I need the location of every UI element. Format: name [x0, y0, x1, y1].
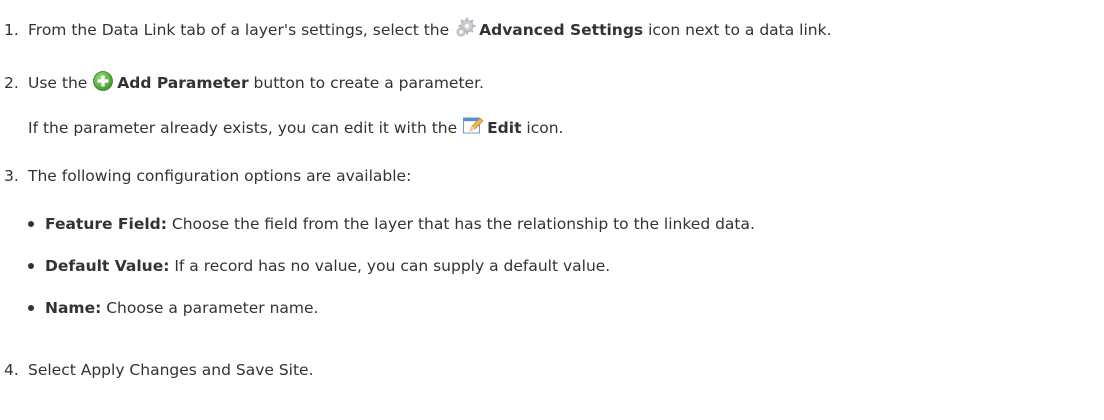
option-item: Name: Choose a parameter name.	[28, 296, 318, 320]
step-number: 4.	[4, 361, 19, 379]
option-label: Default Value:	[45, 257, 170, 275]
note-text-end: icon.	[526, 119, 564, 137]
option-text: Choose the field from the layer that has…	[171, 215, 755, 233]
bullet	[28, 263, 34, 269]
option-label: Name:	[45, 299, 102, 317]
option-text: If a record has no value, you can supply…	[174, 257, 611, 275]
advanced-settings-label: Advanced Settings	[479, 21, 644, 39]
option-item: Default Value: If a record has no value,…	[28, 254, 610, 278]
bullet	[28, 305, 34, 311]
option-text: Choose a parameter name.	[106, 299, 319, 317]
add-plus-icon	[92, 70, 114, 92]
add-parameter-label: Add Parameter	[117, 74, 249, 92]
step-text-end: icon next to a data link.	[648, 21, 832, 39]
step-number: 3.	[4, 167, 19, 185]
step-text: Use the	[28, 74, 88, 92]
step-text-end: button to create a parameter.	[253, 74, 484, 92]
option-item: Feature Field: Choose the field from the…	[28, 212, 755, 236]
step-2-note: If the parameter already exists, you can…	[28, 116, 563, 140]
bullet	[28, 221, 34, 227]
step-4: 4. Select Apply Changes and Save Site.	[4, 358, 314, 382]
step-1: 1. From the Data Link tab of a layer's s…	[4, 17, 832, 42]
edit-pencil-icon	[462, 115, 484, 137]
note-text: If the parameter already exists, you can…	[28, 119, 458, 137]
step-3: 3. The following configuration options a…	[4, 164, 411, 188]
step-text: Select Apply Changes and Save Site.	[28, 361, 314, 379]
step-text: The following configuration options are …	[28, 167, 412, 185]
step-text: From the Data Link tab of a layer's sett…	[28, 21, 450, 39]
option-label: Feature Field:	[45, 215, 167, 233]
step-number: 2.	[4, 74, 19, 92]
gear-icon	[454, 17, 476, 39]
step-number: 1.	[4, 21, 19, 39]
step-2: 2. Use the Add Parameter button to creat…	[4, 71, 484, 95]
edit-label: Edit	[487, 119, 522, 137]
